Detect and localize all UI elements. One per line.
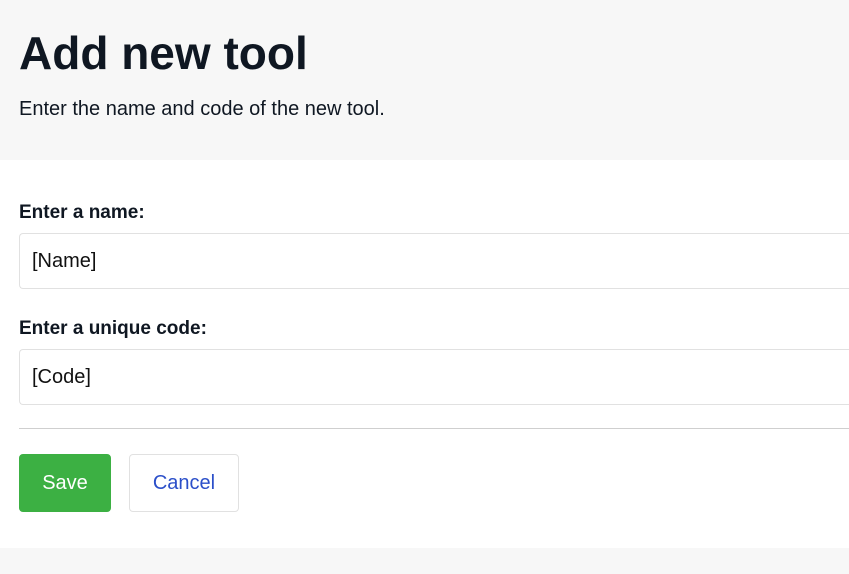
page-title: Add new tool — [19, 27, 308, 79]
code-field-label: Enter a unique code: — [19, 318, 207, 339]
page-subtitle: Enter the name and code of the new tool. — [19, 98, 385, 120]
name-input[interactable] — [19, 233, 849, 289]
code-input[interactable] — [19, 349, 849, 405]
cancel-button[interactable]: Cancel — [129, 454, 239, 512]
page-header: Add new tool Enter the name and code of … — [0, 0, 849, 160]
form-divider — [19, 428, 849, 429]
save-button[interactable]: Save — [19, 454, 111, 512]
name-field-label: Enter a name: — [19, 202, 145, 223]
add-tool-form: Enter a name: Enter a unique code: Save … — [0, 160, 849, 548]
